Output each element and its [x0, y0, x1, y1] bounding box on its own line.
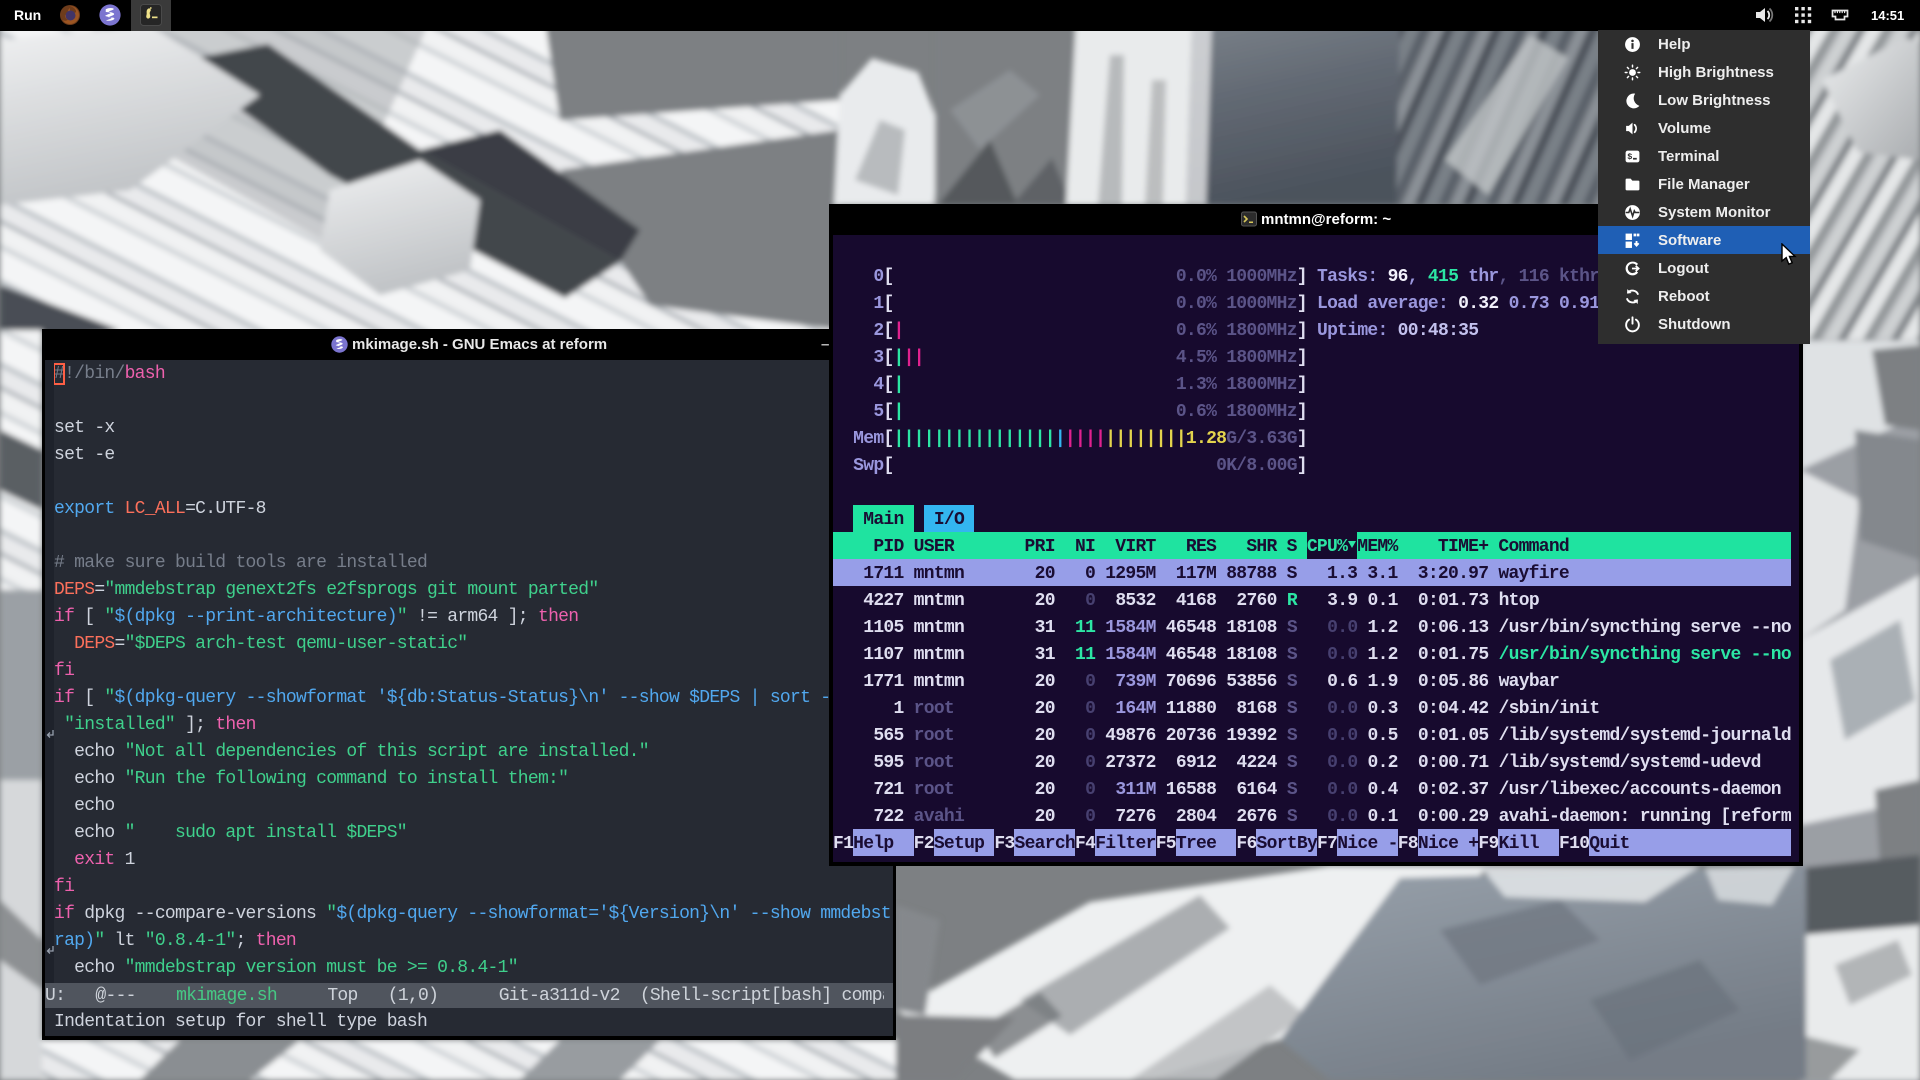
svg-text:$: $ [1627, 152, 1632, 162]
